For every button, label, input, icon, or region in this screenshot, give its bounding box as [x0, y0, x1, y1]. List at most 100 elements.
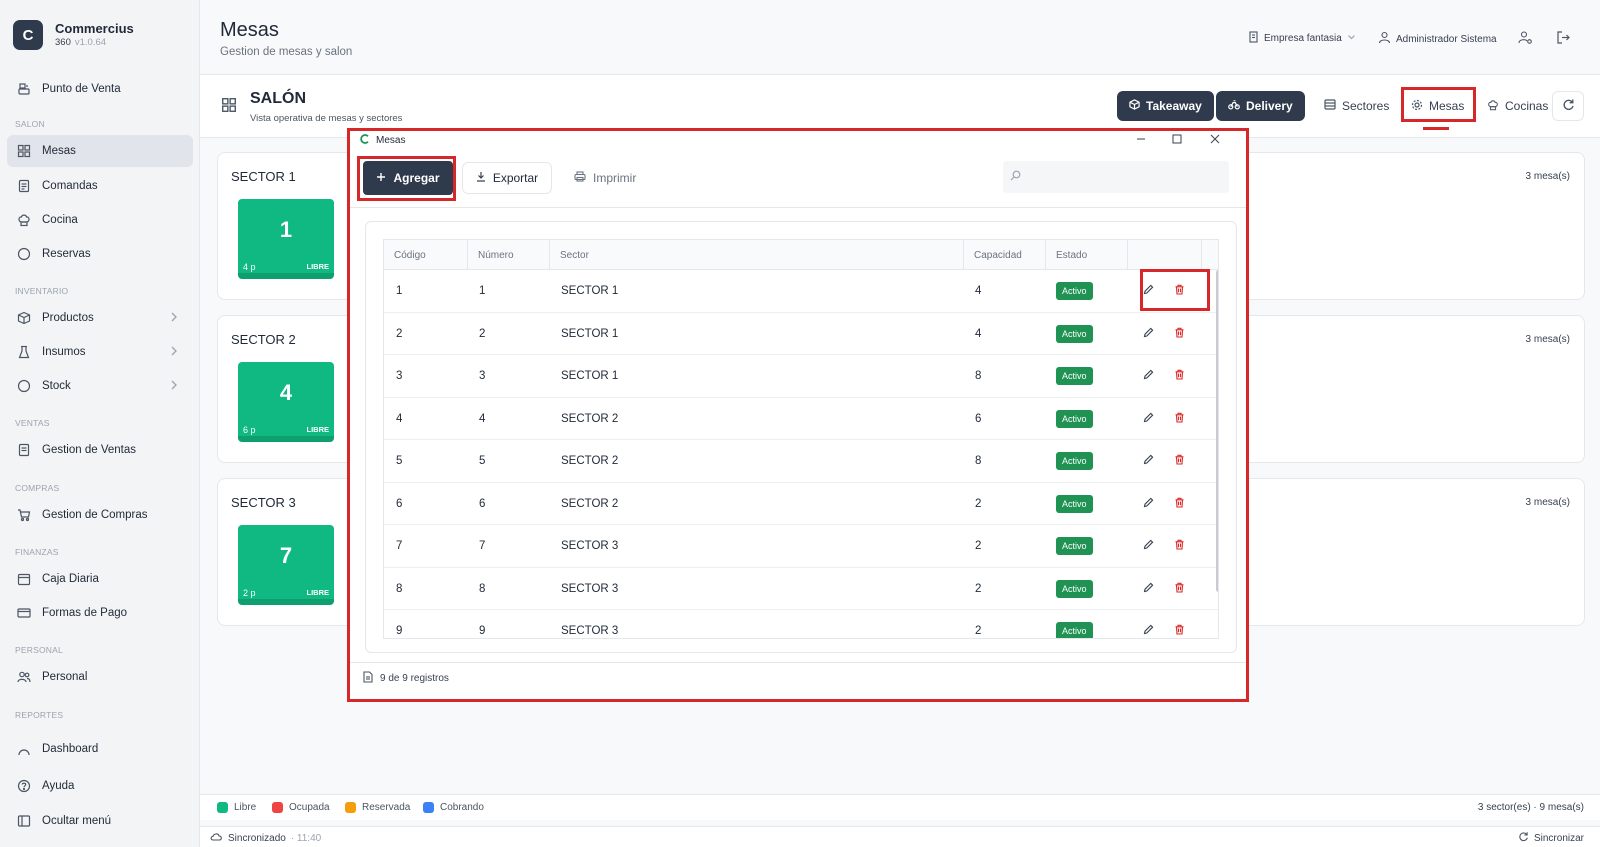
- table-row[interactable]: 8 8 SECTOR 3 2 Activo: [384, 568, 1218, 610]
- sync-button[interactable]: Sincronizar: [1518, 831, 1584, 845]
- sidebar-item-punto-venta[interactable]: Punto de Venta: [7, 73, 193, 105]
- user-menu[interactable]: Administrador Sistema: [1378, 31, 1497, 47]
- delete-button[interactable]: [1174, 398, 1185, 440]
- cell-numero: 3: [479, 370, 486, 382]
- grid-panel: Código Número Sector Capacidad Estado 11…: [365, 221, 1237, 653]
- table-capacity: 6 p: [243, 425, 256, 435]
- sidebar-item-dashboard[interactable]: Dashboard: [7, 743, 193, 755]
- company-name: Empresa fantasia: [1264, 33, 1342, 44]
- table-row[interactable]: 6 6 SECTOR 2 2 Activo: [384, 483, 1218, 525]
- table-tile[interactable]: 7 2 p LIBRE: [238, 525, 334, 605]
- pencil-icon: [1143, 369, 1154, 383]
- chevron-right-icon: [169, 345, 179, 360]
- delete-button[interactable]: [1174, 483, 1185, 525]
- sidebar-item-label: Formas de Pago: [42, 607, 128, 619]
- column-header-capacidad[interactable]: Capacidad: [964, 240, 1046, 270]
- cocinas-button[interactable]: Cocinas: [1479, 91, 1556, 121]
- sidebar-item-ocultar-menu[interactable]: Ocultar menú: [7, 805, 193, 837]
- sidebar-item-formas-pago[interactable]: Formas de Pago: [7, 597, 193, 629]
- refresh-button[interactable]: [1552, 91, 1584, 121]
- sidebar-item-cocina[interactable]: Cocina: [7, 204, 193, 236]
- column-header-estado[interactable]: Estado: [1046, 240, 1128, 270]
- cell-numero: 9: [479, 625, 486, 637]
- building-icon: [1248, 31, 1259, 46]
- legend-summary: 3 sector(es) · 9 mesa(s): [1477, 802, 1584, 813]
- sidebar-item-insumos[interactable]: Insumos: [7, 336, 193, 368]
- delete-button[interactable]: [1174, 313, 1185, 355]
- edit-button[interactable]: [1143, 313, 1154, 355]
- edit-button[interactable]: [1143, 610, 1154, 638]
- delete-button[interactable]: [1174, 440, 1185, 482]
- column-header-numero[interactable]: Número: [468, 240, 550, 270]
- section-finanzas: FINANZAS: [15, 547, 59, 557]
- sidebar-item-gestion-compras[interactable]: Gestion de Compras: [7, 499, 193, 531]
- table-header: Código Número Sector Capacidad Estado: [384, 240, 1218, 270]
- edit-button[interactable]: [1143, 355, 1154, 397]
- sidebar-toggle-icon: [16, 813, 32, 829]
- edit-button[interactable]: [1143, 440, 1154, 482]
- brand-version: v1.0.64: [74, 37, 107, 48]
- takeaway-button[interactable]: Takeaway: [1117, 91, 1214, 121]
- cell-capacidad: 2: [975, 582, 982, 595]
- sidebar-item-label: Caja Diaria: [42, 573, 99, 585]
- sidebar-item-mesas[interactable]: Mesas: [7, 135, 193, 167]
- sidebar-item-comandas[interactable]: Comandas: [7, 170, 193, 202]
- table-row[interactable]: 9 9 SECTOR 3 2 Activo: [384, 610, 1218, 638]
- cell-capacidad: 8: [975, 370, 982, 382]
- mesas-table: Código Número Sector Capacidad Estado 11…: [383, 239, 1219, 639]
- sectores-button[interactable]: Sectores: [1316, 91, 1397, 121]
- delivery-button[interactable]: Delivery: [1216, 91, 1305, 121]
- cell-capacidad: 8: [975, 455, 982, 467]
- cell-estado: Activo: [1056, 483, 1093, 525]
- table-row[interactable]: 5 5 SECTOR 2 8 Activo: [384, 440, 1218, 483]
- sidebar-item-ayuda[interactable]: Ayuda: [7, 770, 193, 802]
- edit-button[interactable]: [1143, 525, 1154, 567]
- dashboard-icon: [16, 743, 32, 755]
- legend-label: Cobrando: [440, 802, 484, 813]
- scrollbar-thumb[interactable]: [1216, 270, 1218, 592]
- minimize-icon: [1136, 133, 1146, 147]
- sidebar-item-caja-diaria[interactable]: Caja Diaria: [7, 563, 193, 595]
- edit-button[interactable]: [1143, 568, 1154, 610]
- status-badge: Activo: [1056, 494, 1093, 513]
- maximize-button[interactable]: [1160, 131, 1194, 149]
- sidebar-item-label: Productos: [42, 312, 94, 324]
- column-header-codigo[interactable]: Código: [384, 240, 468, 270]
- sidebar-item-stock[interactable]: Stock: [7, 370, 193, 402]
- table-body: 1 1 SECTOR 1 4 Activo 2 2 SECTOR 1 4 Activo 3 3 SECT…: [384, 270, 1218, 638]
- table-tile[interactable]: 4 6 p LIBRE: [238, 362, 334, 442]
- delete-button[interactable]: [1174, 610, 1185, 638]
- sidebar-item-label: Ocultar menú: [42, 815, 112, 827]
- table-tile[interactable]: 1 4 p LIBRE: [238, 199, 334, 279]
- delete-button[interactable]: [1174, 355, 1185, 397]
- chevron-right-icon: [169, 311, 179, 326]
- table-row[interactable]: 2 2 SECTOR 1 4 Activo: [384, 313, 1218, 355]
- delete-button[interactable]: [1174, 568, 1185, 610]
- table-row[interactable]: 4 4 SECTOR 2 6 Activo: [384, 398, 1218, 440]
- table-row[interactable]: 3 3 SECTOR 1 8 Activo: [384, 355, 1218, 398]
- export-label: Exportar: [492, 171, 539, 185]
- print-button[interactable]: Imprimir: [564, 162, 646, 194]
- credit-card-icon: [16, 605, 32, 621]
- edit-button[interactable]: [1143, 483, 1154, 525]
- column-header-sector[interactable]: Sector: [550, 240, 964, 270]
- cell-codigo: 2: [396, 327, 403, 340]
- download-icon: [476, 171, 486, 185]
- search-input[interactable]: [1003, 161, 1229, 193]
- edit-button[interactable]: [1143, 398, 1154, 440]
- sidebar-item-productos[interactable]: Productos: [7, 302, 193, 334]
- minimize-button[interactable]: [1124, 131, 1158, 149]
- company-selector[interactable]: Empresa fantasia: [1248, 31, 1356, 46]
- sidebar-item-reservas[interactable]: Reservas: [7, 238, 193, 270]
- close-button[interactable]: [1198, 131, 1232, 149]
- sidebar-item-personal[interactable]: Personal: [7, 661, 193, 693]
- sidebar-item-gestion-ventas[interactable]: Gestion de Ventas: [7, 434, 193, 466]
- table-row[interactable]: 7 7 SECTOR 3 2 Activo: [384, 525, 1218, 568]
- chef-hat-icon: [1487, 99, 1499, 114]
- dialog-title: Mesas: [376, 135, 406, 146]
- logout-button[interactable]: [1552, 28, 1574, 50]
- export-button[interactable]: Exportar: [462, 162, 552, 194]
- user-settings-button[interactable]: [1514, 28, 1536, 50]
- delete-button[interactable]: [1174, 525, 1185, 567]
- table-row[interactable]: 1 1 SECTOR 1 4 Activo: [384, 270, 1218, 313]
